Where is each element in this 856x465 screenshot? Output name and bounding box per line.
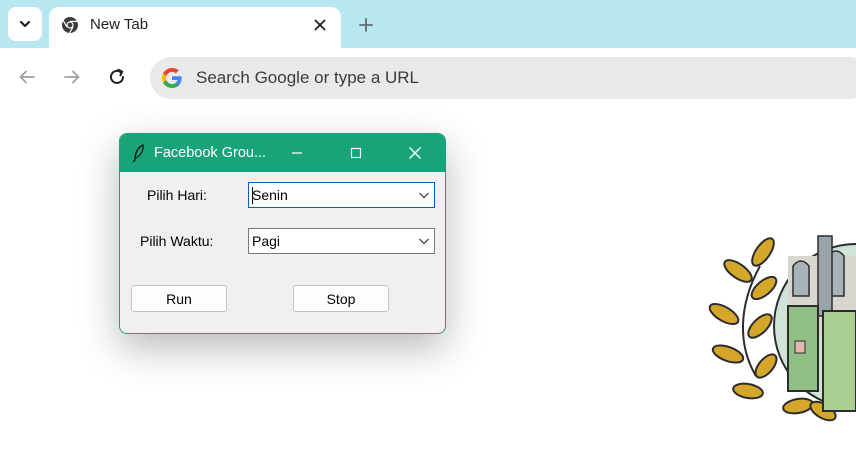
doodle-illustration[interactable] xyxy=(708,226,856,426)
tab-title: New Tab xyxy=(90,16,149,33)
day-value: Senin xyxy=(252,187,288,203)
tab-strip: New Tab xyxy=(0,0,856,48)
tab-close-button[interactable] xyxy=(310,15,330,35)
chevron-down-icon[interactable] xyxy=(418,190,430,200)
chrome-icon xyxy=(62,17,78,34)
reload-button[interactable] xyxy=(101,61,133,93)
tab-search-button[interactable] xyxy=(8,7,42,41)
maximize-icon xyxy=(350,147,362,159)
omnibox[interactable]: Search Google or type a URL xyxy=(150,57,856,99)
arrow-right-icon xyxy=(64,70,80,84)
day-combobox[interactable]: Senin xyxy=(248,182,435,208)
dialog-titlebar[interactable]: Facebook Grou... xyxy=(120,134,445,172)
run-button[interactable]: Run xyxy=(131,285,227,312)
new-tab-button[interactable] xyxy=(352,11,380,39)
plus-icon xyxy=(359,18,373,32)
arrow-left-icon xyxy=(19,70,35,84)
tab-new-tab[interactable]: New Tab xyxy=(49,7,341,48)
browser-toolbar: Search Google or type a URL xyxy=(0,48,856,106)
time-value: Pagi xyxy=(252,233,281,249)
stop-button[interactable]: Stop xyxy=(293,285,389,312)
google-g-icon xyxy=(162,68,182,88)
minimize-icon xyxy=(292,152,302,154)
minimize-button[interactable] xyxy=(274,134,320,172)
time-combobox[interactable]: Pagi xyxy=(248,228,435,254)
omnibox-placeholder: Search Google or type a URL xyxy=(196,68,420,87)
day-label: Pilih Hari: xyxy=(147,187,207,203)
close-icon xyxy=(409,147,421,159)
maximize-button[interactable] xyxy=(333,134,379,172)
dialog-title: Facebook Grou... xyxy=(154,145,267,161)
forward-button[interactable] xyxy=(56,61,88,93)
feather-icon xyxy=(132,144,144,162)
time-label: Pilih Waktu: xyxy=(140,233,214,249)
back-button[interactable] xyxy=(11,61,43,93)
chevron-down-icon[interactable] xyxy=(418,236,430,246)
close-icon xyxy=(314,19,326,31)
doodle-scene xyxy=(773,235,856,412)
close-button[interactable] xyxy=(392,134,438,172)
facebook-group-dialog: Facebook Grou... Pilih Hari: Senin Pilih… xyxy=(119,133,446,334)
reload-icon xyxy=(110,68,124,84)
text-caret xyxy=(252,187,253,204)
chevron-down-icon xyxy=(19,20,31,28)
